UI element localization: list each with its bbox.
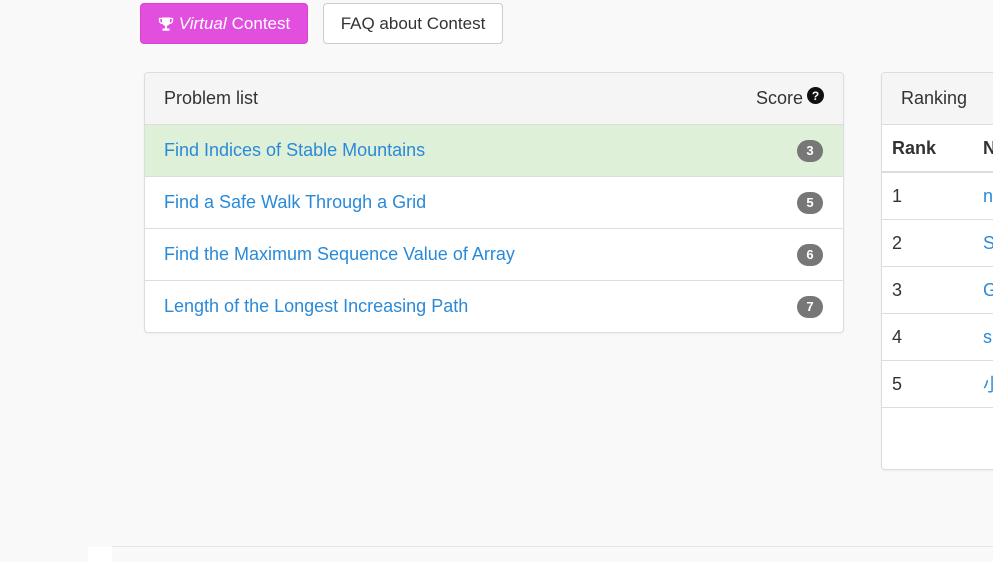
ranking-row: 5小: [882, 360, 993, 408]
user-link[interactable]: S: [983, 233, 993, 253]
problem-rows: Find Indices of Stable Mountains 3 Find a …: [145, 125, 843, 332]
user-link[interactable]: G: [983, 280, 993, 300]
name-cell: 小: [973, 360, 993, 408]
ranking-table: Rank N 1n2S3G4s5小: [882, 125, 993, 408]
problem-row: Find the Maximum Sequence Value of Array…: [145, 229, 843, 281]
name-column-header: N: [973, 125, 993, 173]
trophy-icon: [158, 16, 174, 32]
contest-label: Contest: [231, 13, 291, 33]
ranking-row: 3G: [882, 266, 993, 314]
problem-list-heading: Problem list Score ?: [145, 73, 843, 125]
score-badge: 3: [797, 139, 823, 162]
problem-link[interactable]: Find the Maximum Sequence Value of Array: [164, 244, 515, 265]
question-circle-icon[interactable]: ?: [807, 87, 824, 104]
name-cell: n: [973, 172, 993, 220]
ranking-row: 1n: [882, 172, 993, 220]
score-badge: 7: [797, 295, 823, 318]
problem-row: Find Indices of Stable Mountains 3: [145, 125, 843, 177]
ranking-row: 4s: [882, 313, 993, 361]
ranking-header-row: Rank N: [882, 125, 993, 173]
problem-row: Length of the Longest Increasing Path 7: [145, 281, 843, 332]
ranking-rows: 1n2S3G4s5小: [882, 172, 993, 408]
name-cell: G: [973, 266, 993, 314]
ranking-title: Ranking: [901, 88, 968, 108]
rank-cell: 1: [882, 172, 973, 220]
ranking-row: 2S: [882, 219, 993, 267]
virtual-label: Virtual: [178, 13, 227, 33]
name-cell: S: [973, 219, 993, 267]
name-cell: s: [973, 313, 993, 361]
problem-link[interactable]: Find a Safe Walk Through a Grid: [164, 192, 426, 213]
user-link[interactable]: s: [983, 327, 992, 347]
score-badge: 5: [797, 191, 823, 214]
rank-cell: 5: [882, 360, 973, 408]
rank-column-header: Rank: [882, 125, 973, 173]
page: Virtual Contest FAQ about Contest Proble…: [0, 0, 993, 562]
virtual-contest-button[interactable]: Virtual Contest: [140, 3, 308, 44]
ranking-heading: Ranking: [882, 73, 993, 125]
problem-row: Find a Safe Walk Through a Grid 5: [145, 177, 843, 229]
ranking-panel: Ranking Rank N 1n2S3G4s5小: [881, 72, 993, 470]
rank-cell: 3: [882, 266, 973, 314]
user-link[interactable]: n: [983, 186, 993, 206]
faq-contest-button[interactable]: FAQ about Contest: [323, 3, 503, 44]
footer-block: [88, 547, 112, 562]
score-badge: 6: [797, 243, 823, 266]
score-label: Score: [755, 88, 803, 108]
problem-link[interactable]: Find Indices of Stable Mountains: [164, 140, 425, 161]
score-header: Score ?: [755, 87, 824, 109]
problem-list-panel: Problem list Score ? Find Indices of Sta…: [144, 72, 844, 333]
footer-divider: [112, 546, 993, 547]
rank-cell: 2: [882, 219, 973, 267]
problem-list-title: Problem list: [164, 88, 259, 108]
problem-link[interactable]: Length of the Longest Increasing Path: [164, 296, 468, 317]
user-link[interactable]: 小: [983, 375, 993, 395]
rank-cell: 4: [882, 313, 973, 361]
